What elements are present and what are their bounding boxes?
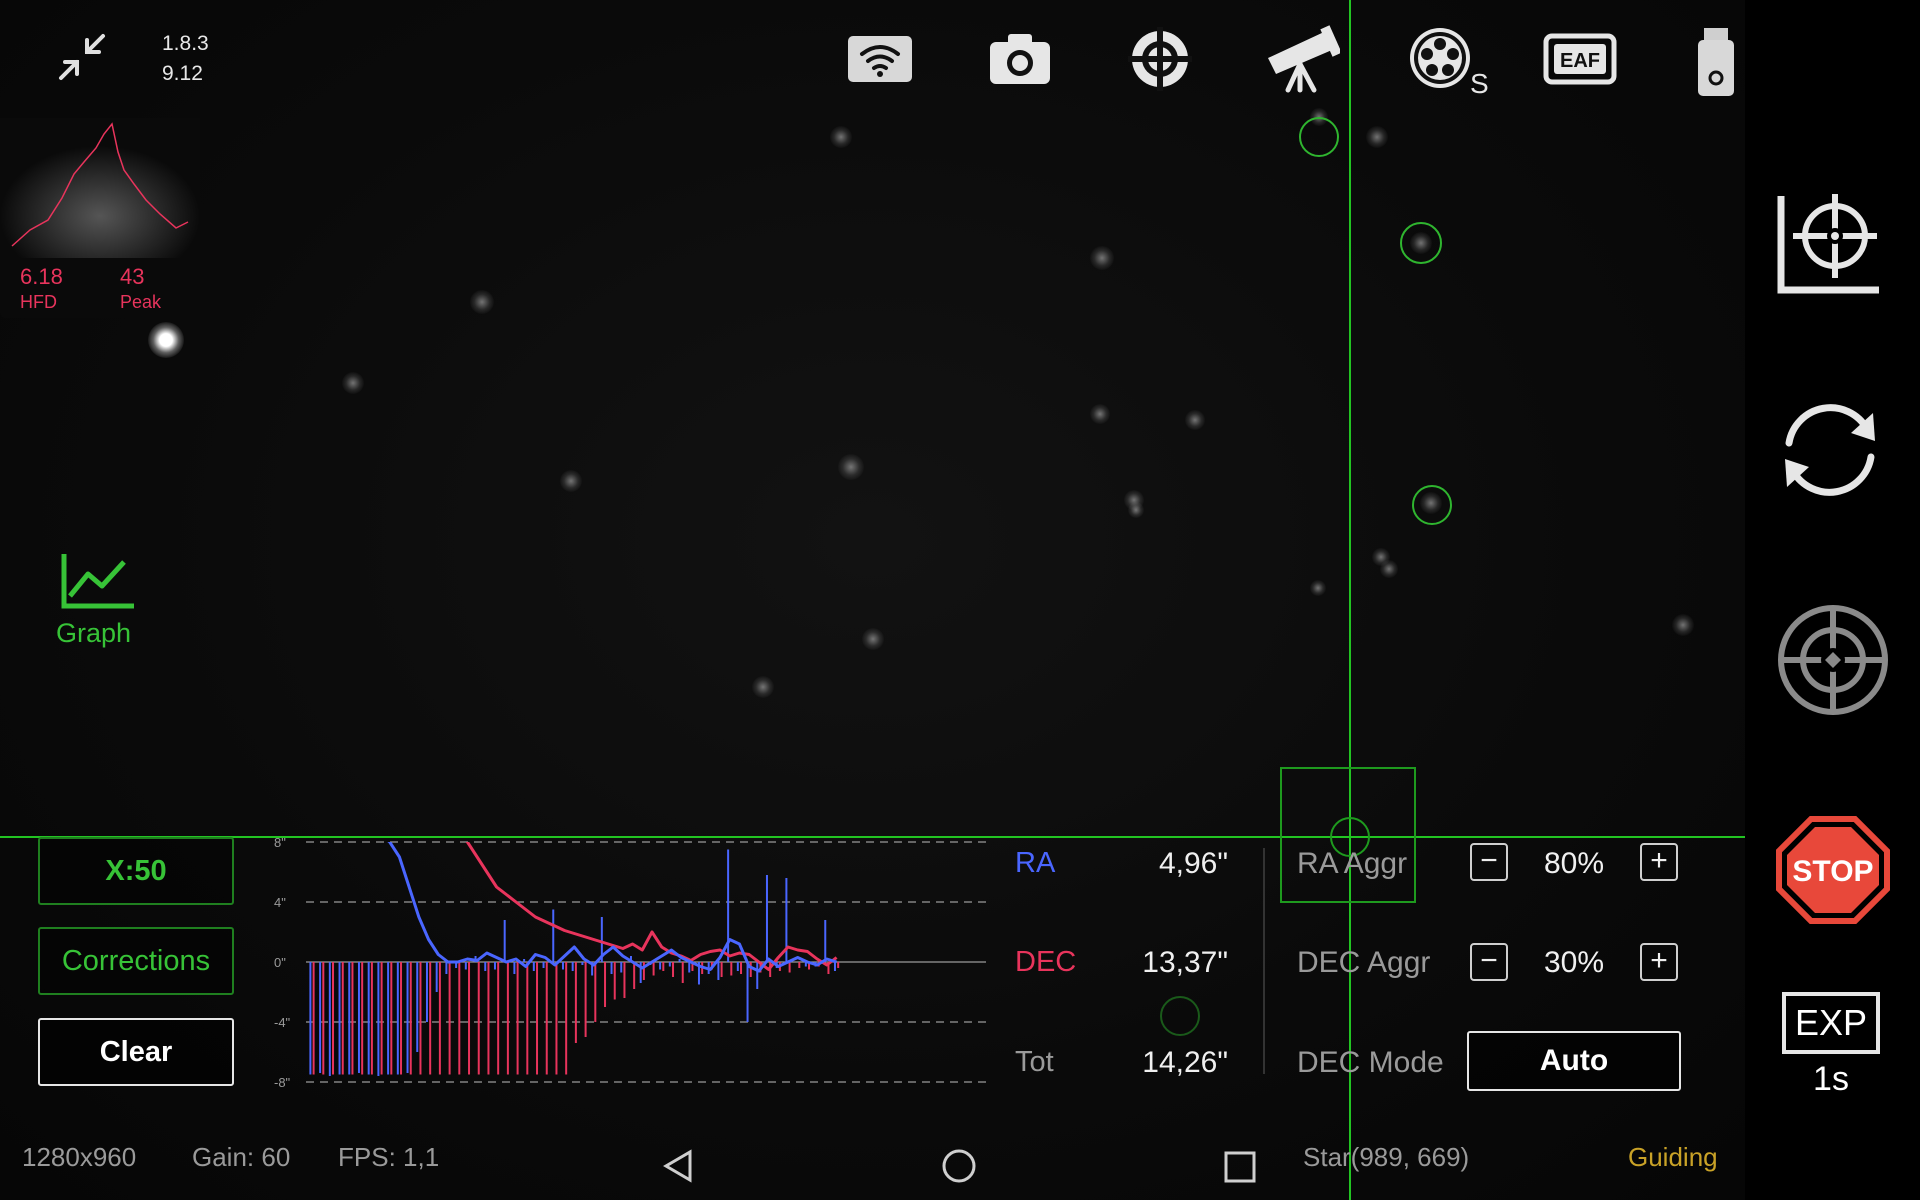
- star: [838, 454, 864, 480]
- app-sub-version: 9.12: [162, 62, 203, 85]
- star: [342, 372, 364, 394]
- star: [1672, 614, 1694, 636]
- detected-star-marker[interactable]: [1299, 117, 1339, 157]
- ra-aggr-value: 80%: [1543, 847, 1605, 880]
- y-tick-label: -4": [274, 1015, 291, 1030]
- detected-star-marker[interactable]: [1400, 222, 1442, 264]
- collapse-icon[interactable]: [55, 30, 109, 84]
- focuser-icon[interactable]: [1120, 24, 1200, 94]
- star: [1090, 404, 1110, 424]
- star: [1366, 126, 1388, 148]
- ra-error-line: [387, 842, 838, 973]
- home-nav-icon[interactable]: [941, 1148, 977, 1184]
- guide-graph[interactable]: 8" 4" 0" -4" -8": [270, 830, 990, 1090]
- ra-value: 4,96": [1158, 847, 1228, 880]
- graph-label: Graph: [56, 618, 132, 648]
- ra-label: RA: [1015, 847, 1056, 879]
- dec-aggr-label: DEC Aggr: [1297, 946, 1431, 979]
- eaf-label: EAF: [1560, 50, 1600, 72]
- app-version: 1.8.3: [162, 32, 209, 55]
- loop-icon[interactable]: [1775, 395, 1885, 505]
- filter-wheel-icon[interactable]: [1400, 24, 1480, 94]
- stats-divider: [1263, 848, 1265, 1074]
- dec-label: DEC: [1015, 946, 1077, 978]
- guide-target-icon[interactable]: [1775, 602, 1891, 718]
- hfd-value: 6.18: [20, 264, 63, 289]
- star: [862, 628, 884, 650]
- star: [752, 676, 774, 698]
- graph-icon: [61, 554, 134, 609]
- star: [1185, 410, 1205, 430]
- y-tick-label: 8": [274, 835, 286, 850]
- dec-value: 13,37": [1142, 946, 1228, 979]
- y-tick-label: 4": [274, 895, 286, 910]
- dec-mode-select[interactable]: Auto: [1467, 1031, 1681, 1091]
- stop-label: STOP: [1792, 855, 1873, 888]
- telescope-icon[interactable]: [1260, 24, 1342, 94]
- star-position-status: Star(989, 669): [1303, 1142, 1470, 1172]
- back-nav-icon[interactable]: [660, 1148, 696, 1184]
- star-profile-plot: [0, 118, 200, 258]
- crosshair-vertical: [1349, 0, 1351, 1200]
- y-tick-label: 0": [274, 955, 286, 970]
- dec-aggr-minus-button[interactable]: −: [1470, 943, 1508, 981]
- tot-value: 14,26": [1142, 1046, 1228, 1079]
- hfd-label: HFD: [20, 292, 57, 312]
- graph-button[interactable]: Graph: [50, 550, 140, 660]
- filter-wheel-badge: S: [1470, 68, 1489, 99]
- star: [1090, 246, 1114, 270]
- tot-label: Tot: [1015, 1046, 1054, 1078]
- scale-button[interactable]: X:50: [38, 837, 234, 905]
- y-tick-label: -8": [274, 1075, 291, 1090]
- star: [1128, 502, 1144, 518]
- dec-mode-label: DEC Mode: [1297, 1046, 1444, 1079]
- dec-aggr-plus-button[interactable]: +: [1640, 943, 1678, 981]
- ra-aggr-label: RA Aggr: [1297, 847, 1408, 880]
- star: [830, 126, 852, 148]
- ra-aggr-plus-button[interactable]: +: [1640, 843, 1678, 881]
- dec-aggr-value: 30%: [1543, 946, 1605, 979]
- camera-icon[interactable]: [980, 24, 1060, 94]
- stop-button[interactable]: STOP: [1775, 815, 1891, 925]
- star: [1310, 580, 1326, 596]
- exposure-value: 1s: [1813, 1060, 1849, 1098]
- star: [148, 322, 184, 358]
- wifi-icon[interactable]: [840, 24, 920, 94]
- eaf-icon[interactable]: EAF: [1540, 24, 1620, 94]
- star: [560, 470, 582, 492]
- guiding-status: Guiding: [1628, 1142, 1718, 1172]
- usb-drive-icon[interactable]: [1680, 24, 1750, 96]
- recents-nav-icon[interactable]: [1223, 1150, 1257, 1184]
- star-profile-panel[interactable]: 6.18 HFD 43 Peak: [0, 118, 200, 318]
- corrections-button[interactable]: Corrections: [38, 927, 234, 995]
- peak-label: Peak: [120, 292, 162, 312]
- fps-status: FPS: 1,1: [338, 1142, 440, 1172]
- gain-status: Gain: 60: [192, 1142, 291, 1172]
- detected-star-marker[interactable]: [1160, 996, 1200, 1036]
- peak-value: 43: [120, 264, 145, 289]
- resolution-status: 1280x960: [22, 1142, 137, 1172]
- exposure-button[interactable]: EXP: [1782, 992, 1880, 1054]
- calibration-icon[interactable]: [1775, 190, 1885, 300]
- star: [1380, 560, 1398, 578]
- detected-star-marker[interactable]: [1412, 485, 1452, 525]
- ra-aggr-minus-button[interactable]: −: [1470, 843, 1508, 881]
- star: [470, 290, 494, 314]
- clear-button[interactable]: Clear: [38, 1018, 234, 1086]
